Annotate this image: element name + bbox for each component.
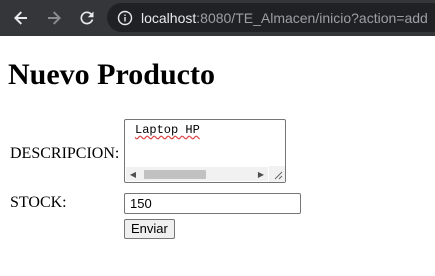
browser-toolbar: localhost:8080/TE_Almacen/inicio?action=… [0, 0, 435, 36]
scroll-right-icon[interactable]: ▶ [254, 167, 268, 181]
page-title: Nuevo Producto [8, 58, 215, 91]
stock-label: STOCK: [10, 194, 67, 211]
scroll-left-icon[interactable]: ◀ [126, 167, 140, 181]
scroll-thumb[interactable] [144, 170, 206, 179]
url-path: :8080/TE_Almacen/inicio?action=add [196, 9, 428, 26]
resize-handle-icon[interactable] [269, 166, 285, 182]
stock-input[interactable] [124, 193, 301, 214]
url-text: localhost:8080/TE_Almacen/inicio?action=… [141, 10, 428, 26]
description-label: DESCRIPCION: [10, 145, 120, 162]
submit-button[interactable]: Enviar [124, 219, 175, 239]
reload-icon [80, 11, 94, 25]
site-info-icon[interactable] [117, 10, 133, 26]
forward-button[interactable] [42, 6, 66, 30]
url-host: localhost [141, 9, 197, 26]
horizontal-scrollbar[interactable]: ◀ ▶ [126, 167, 268, 181]
description-value: Laptop HP [135, 123, 200, 137]
back-arrow-icon [14, 11, 27, 25]
forward-arrow-icon [48, 11, 61, 25]
address-bar[interactable]: localhost:8080/TE_Almacen/inicio?action=… [107, 3, 435, 32]
reload-button[interactable] [75, 6, 99, 30]
back-button[interactable] [9, 6, 33, 30]
description-textarea[interactable]: Laptop HP ◀ ▶ [124, 119, 286, 183]
